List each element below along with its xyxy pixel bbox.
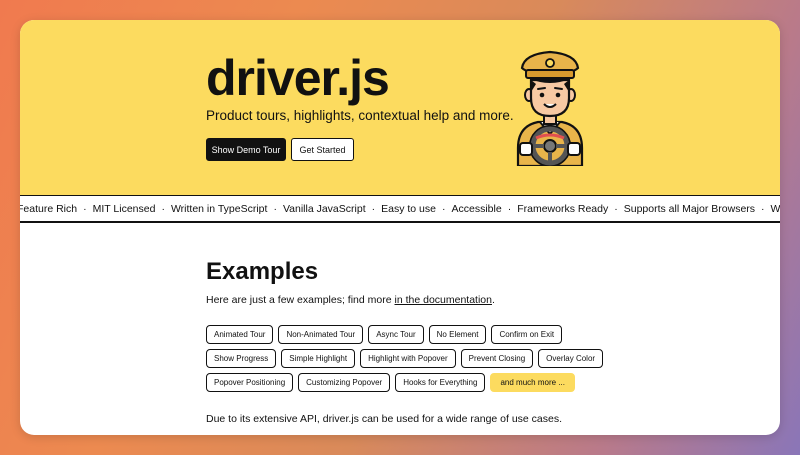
feature-separator: · xyxy=(83,203,87,215)
feature-item: Vanilla JavaScript xyxy=(282,203,366,215)
examples-intro-prefix: Here are just a few examples; find more xyxy=(206,294,395,306)
feature-separator: · xyxy=(614,203,618,215)
example-prevent-closing[interactable]: Prevent Closing xyxy=(460,349,534,368)
feature-item: Feature Rich xyxy=(20,203,78,215)
and-much-more-button[interactable]: and much more ... xyxy=(490,373,575,392)
examples-row-3: Popover Positioning Customizing Popover … xyxy=(206,373,575,392)
feature-separator: · xyxy=(761,203,765,215)
feature-marquee: Feature Rich · MIT Licensed · Written in Typ… xyxy=(20,195,780,223)
feature-item: Accessible xyxy=(451,203,502,215)
examples-heading: Examples xyxy=(206,258,319,285)
example-animated-tour[interactable]: Animated Tour xyxy=(206,325,274,344)
feature-separator: · xyxy=(507,203,512,215)
examples-row-1: Animated Tour Non-Animated Tour Async To… xyxy=(206,325,563,344)
show-demo-tour-button[interactable]: Show Demo Tour xyxy=(206,138,286,161)
feature-separator: · xyxy=(371,203,376,215)
feature-marquee-track: Feature Rich · MIT Licensed · Written in Typ… xyxy=(20,203,780,215)
app-window: driver.js Product tours, highlights, con… xyxy=(20,20,780,435)
examples-intro-suffix: . xyxy=(491,294,495,306)
feature-separator: · xyxy=(442,203,446,215)
documentation-link[interactable]: in the documentation xyxy=(395,294,492,306)
example-popover-positioning[interactable]: Popover Positioning xyxy=(206,373,294,392)
page-title: driver.js xyxy=(206,50,390,106)
example-overlay-color[interactable]: Overlay Color xyxy=(538,349,604,368)
hero-section: driver.js Product tours, highlights, con… xyxy=(20,20,780,195)
use-cases-text: Due to its extensive API, driver.js can … xyxy=(206,413,563,425)
get-started-button[interactable]: Get Started xyxy=(291,138,354,161)
example-confirm-on-exit[interactable]: Confirm on Exit xyxy=(491,325,563,344)
feature-item: Frameworks Ready xyxy=(517,203,609,215)
feature-item: Written in TypeScript xyxy=(170,203,268,215)
feature-item: MIT Licensed xyxy=(92,203,156,215)
example-customizing-popover[interactable]: Customizing Popover xyxy=(298,373,391,392)
feature-item: Works on Mobile Devices xyxy=(770,203,780,215)
feature-item: Easy to use xyxy=(381,203,436,215)
example-async-tour[interactable]: Async Tour xyxy=(368,325,424,344)
feature-separator: · xyxy=(273,203,277,215)
example-simple-highlight[interactable]: Simple Highlight xyxy=(281,349,356,368)
examples-intro: Here are just a few examples; find more … xyxy=(206,294,495,306)
example-show-progress[interactable]: Show Progress xyxy=(206,349,277,368)
example-hooks-for-everything[interactable]: Hooks for Everything xyxy=(395,373,486,392)
example-no-element[interactable]: No Element xyxy=(428,325,487,344)
examples-row-2: Show Progress Simple Highlight Highlight… xyxy=(206,349,604,368)
feature-separator: · xyxy=(161,203,165,215)
feature-item: Supports all Major Browsers xyxy=(623,203,756,215)
driver-mascot-icon xyxy=(516,50,584,166)
example-highlight-with-popover[interactable]: Highlight with Popover xyxy=(360,349,456,368)
example-non-animated-tour[interactable]: Non-Animated Tour xyxy=(278,325,364,344)
hero-subtitle: Product tours, highlights, contextual he… xyxy=(206,108,514,123)
